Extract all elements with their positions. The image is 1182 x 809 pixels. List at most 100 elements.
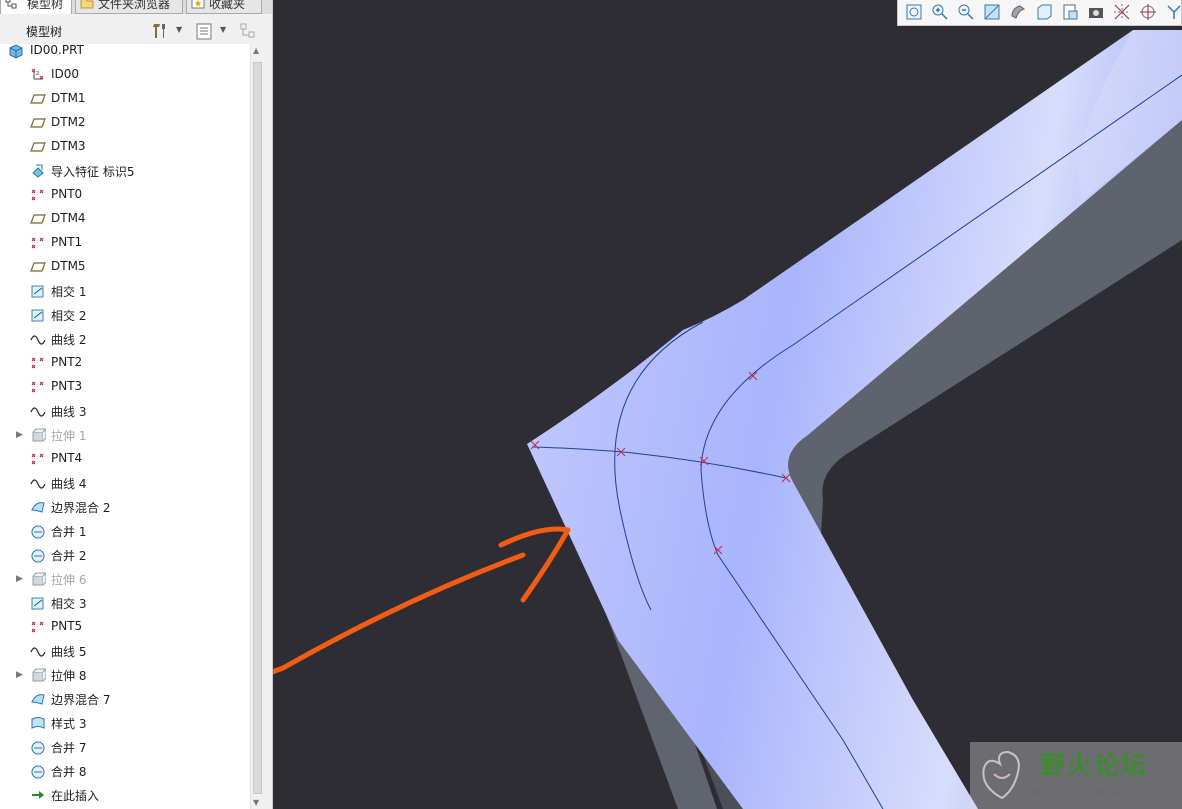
tree-item-label: 边界混合 7 [51,693,111,707]
tree-item-label: 合并 1 [51,525,87,539]
tree-row[interactable]: z ID00 [0,63,250,87]
boundary-blend-icon [31,694,45,705]
scroll-up-icon[interactable]: ▲ [253,46,259,55]
wildfire-logo-icon [982,750,1020,800]
tree-title-icon [9,22,25,38]
camera-icon[interactable] [1086,2,1106,22]
annotation-icon[interactable] [1164,2,1182,22]
tree-row[interactable]: DTM3 [0,135,250,159]
tree-row[interactable]: DTM1 [0,87,250,111]
tree-item-label: 在此插入 [51,789,100,803]
graphics-viewport[interactable] [273,0,1182,809]
tree-item-label: PNT2 [51,355,83,369]
datum-plane-icon [30,262,46,272]
tree-row[interactable]: 样式 3 [0,711,250,735]
show-options-icon[interactable] [194,21,214,41]
datum-display-icon[interactable] [1112,2,1132,22]
zoom-out-icon[interactable] [956,2,976,22]
expand-arrow-icon[interactable]: ▶ [16,670,23,680]
tree-row[interactable]: ▶ 拉伸 1 [0,423,250,447]
tree-row[interactable]: PNT3 [0,375,250,399]
tree-filter-icon[interactable] [238,21,258,41]
intersect-icon [31,309,44,322]
tree-row[interactable]: PNT2 [0,351,250,375]
tree-row[interactable]: PNT1 [0,231,250,255]
tab-model-tree[interactable]: 模型树 [0,0,72,14]
tree-item-label: DTM1 [51,91,86,105]
dropdown-icon[interactable]: ▼ [220,25,226,34]
tree-row[interactable]: ▶ 拉伸 8 [0,663,250,687]
tree-item-label: DTM3 [51,139,86,153]
tree-row[interactable]: 相交 3 [0,591,250,615]
tree-row[interactable]: DTM5 [0,255,250,279]
tree-item-label: PNT4 [51,451,83,465]
display-style-icon[interactable] [1008,2,1028,22]
tree-row[interactable]: 合并 7 [0,735,250,759]
scroll-down-icon[interactable]: ▼ [253,798,259,807]
repaint-icon[interactable] [982,2,1002,22]
tree-item-label: 合并 2 [51,549,87,563]
datum-plane-icon [30,214,46,224]
tab-label: 文件夹浏览器 [98,0,171,11]
tree-row[interactable]: ID00.PRT [0,44,250,63]
tree-row[interactable]: 边界混合 7 [0,687,250,711]
tree-item-label: 曲线 4 [51,477,87,491]
tree-item-label: 拉伸 1 [51,429,87,443]
tree-row[interactable]: 曲线 3 [0,399,250,423]
import-feature-icon [32,164,44,178]
expand-arrow-icon[interactable]: ▶ [16,574,23,584]
tree-row[interactable]: 曲线 5 [0,639,250,663]
curve-icon [30,479,46,489]
merge-icon [31,549,45,563]
tab-favorites[interactable]: 收藏夹 [186,0,262,14]
tree-row[interactable]: PNT4 [0,447,250,471]
tree-row[interactable]: 在此插入 [0,783,250,807]
datum-point-icon [31,453,44,465]
named-view-icon[interactable] [1060,2,1080,22]
tree-row[interactable]: DTM2 [0,111,250,135]
tree-row[interactable]: PNT0 [0,183,250,207]
insert-here-icon [32,791,44,799]
tree-row[interactable]: 边界混合 2 [0,495,250,519]
extrude-icon [32,428,46,442]
tree-row[interactable]: 合并 2 [0,543,250,567]
tree-row[interactable]: 曲线 2 [0,327,250,351]
datum-point-icon [31,237,44,249]
tree-row[interactable]: DTM4 [0,207,250,231]
tree-row[interactable]: PNT5 [0,615,250,639]
watermark-title: 野火论坛 [1040,751,1149,780]
tree-item-label: 合并 8 [51,765,87,779]
tree-item-label: 边界混合 2 [51,501,111,515]
datum-plane-icon [30,142,46,152]
datum-plane-icon [30,118,46,128]
tree-row[interactable]: 相交 2 [0,303,250,327]
expand-arrow-icon[interactable]: ▶ [16,430,23,440]
curve-icon [30,335,46,345]
dropdown-icon[interactable]: ▼ [176,25,182,34]
tree-item-label: 样式 3 [51,717,87,731]
tree-item-label: PNT0 [51,187,83,201]
tree-row[interactable]: 曲线 4 [0,471,250,495]
tree-row[interactable]: ▶ 拉伸 6 [0,567,250,591]
watermark-url: www.proewildfire.cn [1030,784,1161,799]
tree-scrollbar[interactable]: ▲ ▼ [250,44,265,809]
tree-row[interactable]: 合并 8 [0,759,250,783]
tree-item-label: DTM2 [51,115,86,129]
zoom-in-icon[interactable] [930,2,950,22]
tree-row[interactable]: 导入特征 标识5 [0,159,250,183]
style-icon [31,717,45,729]
tree-row[interactable]: 相交 1 [0,279,250,303]
boundary-blend-icon [31,502,45,513]
tab-folder-browser[interactable]: 文件夹浏览器 [75,0,183,14]
tab-label: 收藏夹 [209,0,246,11]
scroll-thumb[interactable] [253,62,262,794]
tree-item-label: 拉伸 6 [51,573,87,587]
tree-item-label: 曲线 5 [51,645,87,659]
tree-row[interactable]: 合并 1 [0,519,250,543]
spin-center-icon[interactable] [1138,2,1158,22]
refit-icon[interactable] [904,2,924,22]
tree-settings-icon[interactable] [150,21,170,41]
favorites-icon [191,0,205,9]
intersect-icon [31,285,44,298]
saved-views-icon[interactable] [1034,2,1054,22]
